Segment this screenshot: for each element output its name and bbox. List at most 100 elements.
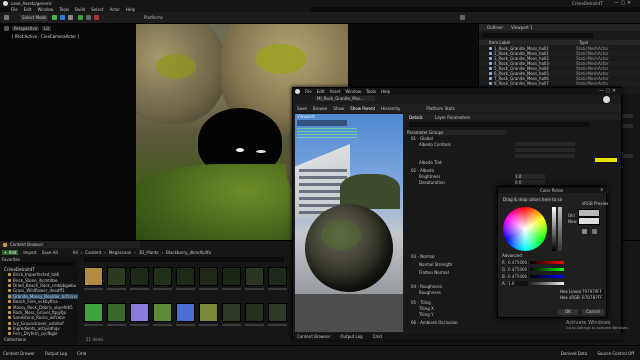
channel-slider[interactable] bbox=[530, 275, 564, 278]
content-drawer-button[interactable]: Content Drawer bbox=[3, 351, 35, 356]
asset-tile[interactable] bbox=[176, 303, 195, 322]
folder-tree-item[interactable]: Rock_Moss_Gravel_ttpjyfjp bbox=[8, 310, 78, 315]
main-tab[interactable]: cave_Assets/generic bbox=[11, 1, 71, 6]
platforms-button[interactable]: Platforms bbox=[144, 15, 174, 20]
value-desaturation[interactable]: 0.0 bbox=[515, 180, 545, 185]
menu-tools[interactable]: Tools bbox=[366, 89, 376, 94]
asset-tile[interactable] bbox=[222, 267, 241, 286]
cinematics-icon[interactable] bbox=[68, 15, 73, 20]
cmd-input[interactable]: Cmd bbox=[77, 351, 86, 356]
asset-tile[interactable] bbox=[245, 267, 264, 286]
viewport-tab[interactable]: Viewport bbox=[297, 114, 327, 119]
window-controls[interactable]: — ▢ ✕ bbox=[614, 0, 638, 6]
perspective-button[interactable]: Perspective bbox=[12, 26, 40, 31]
collections-label[interactable]: Collections bbox=[4, 337, 44, 342]
folder-tree-item[interactable]: Dried_Beach_Rock_cmkbbgwbu bbox=[8, 283, 78, 288]
asset-tile[interactable] bbox=[176, 267, 195, 286]
details-search[interactable] bbox=[409, 122, 589, 127]
asset-tile[interactable] bbox=[153, 303, 172, 322]
asset-tile[interactable] bbox=[268, 303, 287, 322]
param-field[interactable] bbox=[515, 142, 575, 146]
folder-tree-item[interactable]: Ingredients_astiyedhqv bbox=[8, 326, 78, 331]
asset-search-input[interactable] bbox=[84, 257, 284, 262]
add-actor-icon[interactable] bbox=[52, 15, 57, 20]
advanced-toggle[interactable]: Advanced bbox=[502, 253, 542, 258]
material-window-controls[interactable]: — ▢ ✕ bbox=[599, 88, 623, 94]
hex-linear-input[interactable]: 797979FF bbox=[582, 289, 604, 294]
asset-tile[interactable] bbox=[107, 303, 126, 322]
folder-tree-item[interactable]: Sandstone_Rocks_wlfcebn bbox=[8, 315, 78, 320]
channel-slider[interactable] bbox=[530, 261, 564, 264]
browse-button[interactable]: Browse bbox=[313, 106, 328, 111]
show-button[interactable]: Show bbox=[333, 106, 344, 111]
crumb[interactable]: All bbox=[73, 250, 78, 255]
asset-tile[interactable] bbox=[199, 267, 218, 286]
material-viewport[interactable]: Viewport bbox=[295, 114, 403, 332]
crumb[interactable]: Megascans bbox=[109, 250, 131, 255]
outliner-search[interactable] bbox=[483, 33, 593, 38]
channel-slider[interactable] bbox=[530, 268, 564, 271]
menu-edit[interactable]: Edit bbox=[317, 89, 325, 94]
show-parent-button[interactable]: Show Parent bbox=[350, 106, 375, 111]
header-item-label[interactable]: Item Label bbox=[479, 40, 579, 45]
layer-params-tab[interactable]: Layer Parameters bbox=[435, 115, 470, 120]
play-icon[interactable] bbox=[78, 15, 83, 20]
theme-dropdown[interactable]: Drag & drop colors here to save bbox=[502, 197, 562, 202]
import-button[interactable]: Import bbox=[23, 250, 36, 255]
cb-title[interactable]: Content Browser bbox=[10, 242, 43, 247]
asset-tile[interactable] bbox=[199, 303, 218, 322]
settings-icon[interactable] bbox=[460, 15, 465, 20]
eyedropper-icon[interactable] bbox=[582, 229, 587, 234]
channel-value-input[interactable]: 0.475000 bbox=[508, 267, 528, 272]
select-mode-dropdown[interactable]: Select Mode bbox=[20, 15, 48, 21]
value-slider[interactable] bbox=[552, 207, 556, 251]
outliner-row[interactable]: 8_Rock_Granite_Moss_holl7 StaticMeshActor bbox=[479, 81, 640, 86]
menu-file[interactable]: File bbox=[305, 89, 312, 94]
section-ambient-occlusion[interactable]: 06 - Ambient Occlusion bbox=[411, 320, 481, 325]
lit-button[interactable]: Lit bbox=[42, 26, 52, 31]
material-tab[interactable]: MI_Rock_Granite_Mos... bbox=[315, 96, 375, 101]
asset-tile[interactable] bbox=[130, 267, 149, 286]
crumb[interactable]: Blackberry_dkmdfy4fa bbox=[166, 250, 211, 255]
outliner-tab[interactable]: Outliner bbox=[487, 25, 503, 30]
reset-icon[interactable] bbox=[592, 229, 597, 234]
section-parameter-groups[interactable]: Parameter Groups bbox=[407, 130, 507, 135]
channel-value-input[interactable]: 0.475000 bbox=[508, 260, 528, 265]
menu-window[interactable]: Window bbox=[345, 89, 361, 94]
color-wheel[interactable] bbox=[503, 207, 547, 251]
mw-output-log-button[interactable]: Output Log bbox=[340, 334, 362, 339]
folder-tree-item[interactable]: Grass_Wildflower_deedff1 bbox=[8, 288, 78, 293]
section-roughness[interactable]: 04 - Roughness bbox=[411, 284, 471, 289]
hierarchy-button[interactable]: Hierarchy bbox=[381, 106, 400, 111]
pause-icon[interactable] bbox=[86, 15, 91, 20]
tree-search[interactable] bbox=[4, 262, 74, 266]
asset-tile[interactable] bbox=[222, 303, 241, 322]
channel-value-input[interactable]: 0.475000 bbox=[508, 274, 528, 279]
folder-tree-item[interactable]: Ivy_Groundcover_xsbrbvf bbox=[8, 321, 78, 326]
menu-asset[interactable]: Asset bbox=[329, 89, 340, 94]
param-field[interactable] bbox=[515, 148, 575, 152]
mw-cmd-input[interactable]: Cmd bbox=[373, 334, 382, 339]
save-icon[interactable] bbox=[4, 15, 9, 20]
stop-icon[interactable] bbox=[94, 15, 99, 20]
crumb[interactable]: 3D_Plants bbox=[139, 250, 159, 255]
viewport-dark-area[interactable]: Perspective Lit [ Pilot Active - CineCam… bbox=[0, 24, 136, 240]
ok-button[interactable]: OK bbox=[558, 309, 578, 315]
derived-data-button[interactable]: Derived Data bbox=[561, 351, 588, 356]
channel-value-input[interactable]: 1.0 bbox=[508, 281, 528, 286]
channel-slider[interactable] bbox=[530, 282, 564, 285]
section-tiling[interactable]: 05 - Tiling bbox=[411, 300, 471, 305]
hex-srgb-input[interactable]: B7B7B7FF bbox=[582, 295, 604, 300]
asset-tile[interactable] bbox=[245, 303, 264, 322]
platform-stats-button[interactable]: Platform Stats bbox=[426, 106, 454, 111]
folder-tree-item[interactable]: Brick_Imperfected_tddi bbox=[8, 272, 78, 277]
viewport-menu-icon[interactable] bbox=[4, 26, 9, 31]
alpha-slider[interactable] bbox=[558, 207, 562, 251]
crumb[interactable]: Content bbox=[85, 250, 101, 255]
viewport1-tab[interactable]: Viewport 1 bbox=[511, 25, 533, 30]
blueprint-icon[interactable] bbox=[60, 15, 65, 20]
asset-tile[interactable] bbox=[130, 303, 149, 322]
section-global[interactable]: 01 - Global bbox=[411, 136, 511, 141]
source-control-button[interactable]: Source Control Off bbox=[597, 351, 634, 356]
section-normal[interactable]: 03 - Normal bbox=[411, 254, 471, 259]
